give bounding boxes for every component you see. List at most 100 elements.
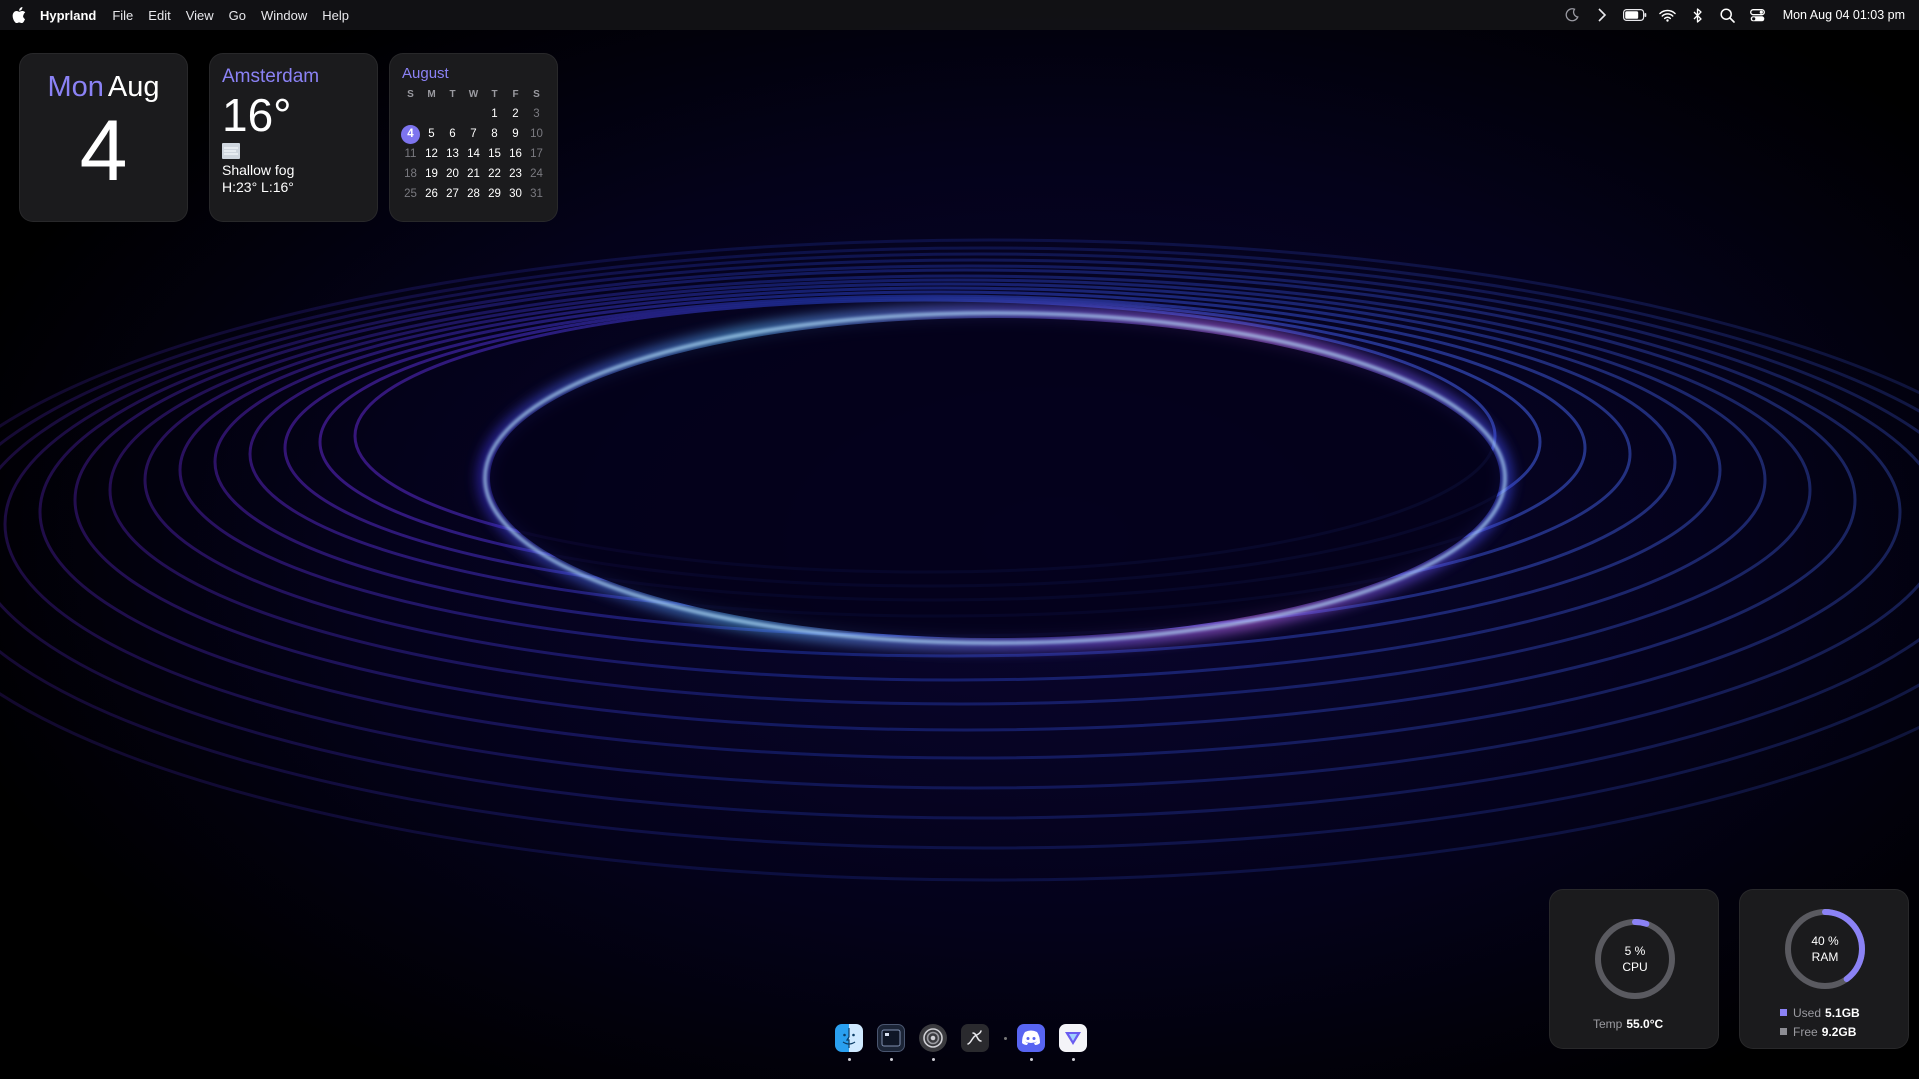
calendar-day[interactable]: 21 [463,166,484,183]
ram-gauge-label: 40 % RAM [1783,933,1867,965]
calendar-day[interactable]: 17 [526,146,547,163]
ram-used-swatch [1780,1009,1787,1016]
calendar-day[interactable]: 4 [400,125,421,144]
calendar-day[interactable]: 5 [421,126,442,143]
dock-running-indicator [1072,1058,1075,1061]
ram-free-swatch [1780,1028,1787,1035]
weather-city: Amsterdam [222,66,320,87]
dock-running-indicator [932,1058,935,1061]
ram-used-row: Used 5.1GB [1780,1006,1860,1020]
search-icon[interactable] [1719,6,1737,24]
weather-high-low: H:23° L:16° [222,179,294,195]
calendar-day[interactable]: 8 [484,126,505,143]
wifi-icon[interactable] [1659,6,1677,24]
calendar-day[interactable]: 12 [421,146,442,163]
chevron-right-icon[interactable] [1593,6,1611,24]
script-editor-icon [961,1024,989,1052]
menu-bar: Hyprland File Edit View Go Window Help M… [0,0,1919,30]
date-weekday: Mon [47,71,104,103]
terminal-icon [877,1024,905,1052]
calendar-day[interactable]: 16 [505,146,526,163]
calendar-day[interactable]: 20 [442,166,463,183]
control-center-icon[interactable] [1749,6,1767,24]
dock-app-script-editor[interactable] [961,1024,991,1064]
dock-app-terminal[interactable] [877,1024,907,1064]
fog-icon [222,143,240,159]
dock-app-browser[interactable] [1059,1024,1089,1064]
discord-icon [1017,1024,1045,1052]
calendar-weekday-header: S [533,89,540,100]
menu-view[interactable]: View [186,8,214,23]
calendar-day[interactable]: 2 [505,106,526,123]
calendar-day[interactable]: 23 [505,166,526,183]
cpu-widget[interactable]: 5 % CPU Temp 55.0°C [1549,889,1719,1049]
dock-app-discord[interactable] [1017,1024,1047,1064]
apple-logo-icon[interactable] [12,7,26,23]
calendar-month-title: August [402,65,449,82]
calendar-widget[interactable]: August S M T W T F S 1 2 3 4 5 6 7 8 9 10 11 12 13 14 15 16 17 1… [389,53,558,222]
calendar-day[interactable]: 10 [526,126,547,143]
weather-condition: Shallow fog [222,162,295,178]
dock-separator [1003,1024,1007,1052]
ram-free-row: Free 9.2GB [1780,1025,1856,1039]
cpu-percent: 5 % [1624,944,1646,958]
moon-icon[interactable] [1563,6,1581,24]
bluetooth-icon[interactable] [1689,6,1707,24]
finder-icon [835,1024,863,1052]
calendar-day[interactable]: 9 [505,126,526,143]
date-widget[interactable]: Mon Aug 4 [19,53,188,222]
calendar-day[interactable]: 27 [442,186,463,203]
menu-app-name[interactable]: Hyprland [40,8,96,23]
calendar-day[interactable]: 25 [400,186,421,203]
ram-widget[interactable]: 40 % RAM Used 5.1GB Free 9.2GB [1739,889,1909,1049]
calendar-weekday-header: S [407,89,414,100]
calendar-day[interactable]: 3 [526,106,547,123]
calendar-weekday-header: M [427,89,436,100]
date-header: Mon Aug [20,71,187,104]
calendar-empty-cell [463,106,484,123]
dock-app-finder[interactable] [835,1024,865,1064]
calendar-day[interactable]: 18 [400,166,421,183]
cpu-temp-row: Temp 55.0°C [1593,1017,1663,1031]
dock [835,1024,1101,1064]
settings-icon [919,1024,947,1052]
cpu-gauge-label: 5 % CPU [1593,943,1677,975]
menu-edit[interactable]: Edit [148,8,170,23]
ram-label: RAM [1811,950,1839,964]
menu-file[interactable]: File [112,8,133,23]
calendar-weekday-header: T [449,89,456,100]
ram-percent: 40 % [1811,934,1839,948]
calendar-day[interactable]: 26 [421,186,442,203]
calendar-day[interactable]: 19 [421,166,442,183]
calendar-day[interactable]: 15 [484,146,505,163]
ram-used-value: 5.1GB [1825,1006,1860,1020]
calendar-empty-cell [421,106,442,123]
weather-temperature: 16° [222,89,292,141]
calendar-day[interactable]: 22 [484,166,505,183]
menu-window[interactable]: Window [261,8,307,23]
battery-icon[interactable] [1622,6,1647,24]
calendar-day[interactable]: 1 [484,106,505,123]
cpu-temp-value: 55.0°C [1626,1017,1664,1031]
calendar-day[interactable]: 7 [463,126,484,143]
calendar-day[interactable]: 28 [463,186,484,203]
calendar-day[interactable]: 30 [505,186,526,203]
calendar-day[interactable]: 31 [526,186,547,203]
calendar-day[interactable]: 11 [400,146,421,163]
weather-widget[interactable]: Amsterdam 16° Shallow fog H:23° L:16° [209,53,378,222]
date-day-number: 4 [79,103,128,199]
dock-app-settings[interactable] [919,1024,949,1064]
calendar-day[interactable]: 13 [442,146,463,163]
calendar-day[interactable]: 29 [484,186,505,203]
menu-help[interactable]: Help [322,8,349,23]
calendar-day[interactable]: 24 [526,166,547,183]
ram-free-label: Free [1793,1025,1818,1039]
calendar-day[interactable]: 6 [442,126,463,143]
cpu-temp-label: Temp [1593,1017,1623,1031]
dock-running-indicator [890,1058,893,1061]
status-tray: Mon Aug 04 01:03 pm [1551,0,1905,30]
cpu-label: CPU [1622,960,1648,974]
menu-go[interactable]: Go [229,8,246,23]
menu-clock[interactable]: Mon Aug 04 01:03 pm [1783,8,1905,22]
calendar-day[interactable]: 14 [463,146,484,163]
